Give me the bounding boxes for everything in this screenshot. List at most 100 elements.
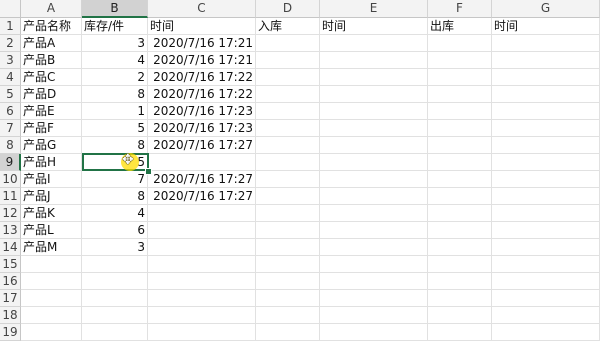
- cell-a5[interactable]: 产品D: [21, 86, 82, 103]
- cell-g8[interactable]: [492, 137, 600, 154]
- cell-d7[interactable]: [256, 120, 320, 137]
- cell-e6[interactable]: [320, 103, 428, 120]
- cell-a11[interactable]: 产品J: [21, 188, 82, 205]
- cell-g12[interactable]: [492, 205, 600, 222]
- cell-c10[interactable]: 2020/7/16 17:27: [148, 171, 256, 188]
- cell-f14[interactable]: [428, 239, 492, 256]
- cell-g10[interactable]: [492, 171, 600, 188]
- cell-a2[interactable]: 产品A: [21, 35, 82, 52]
- column-header-b[interactable]: B: [82, 0, 148, 18]
- cell-c19[interactable]: [148, 324, 256, 341]
- cell-f16[interactable]: [428, 273, 492, 290]
- cell-b12[interactable]: 4: [82, 205, 148, 222]
- cell-f19[interactable]: [428, 324, 492, 341]
- cell-f3[interactable]: [428, 52, 492, 69]
- cell-e12[interactable]: [320, 205, 428, 222]
- select-all-corner[interactable]: [0, 0, 21, 18]
- row-header-9[interactable]: 9: [0, 154, 21, 171]
- cell-g7[interactable]: [492, 120, 600, 137]
- cell-d5[interactable]: [256, 86, 320, 103]
- cell-d1[interactable]: 入库: [256, 18, 320, 35]
- cell-f7[interactable]: [428, 120, 492, 137]
- cell-b2[interactable]: 3: [82, 35, 148, 52]
- cell-d13[interactable]: [256, 222, 320, 239]
- column-header-d[interactable]: D: [256, 0, 320, 18]
- row-header-13[interactable]: 13: [0, 222, 21, 239]
- cell-g17[interactable]: [492, 290, 600, 307]
- cell-e4[interactable]: [320, 69, 428, 86]
- cell-d18[interactable]: [256, 307, 320, 324]
- cell-c1[interactable]: 时间: [148, 18, 256, 35]
- row-header-8[interactable]: 8: [0, 137, 21, 154]
- row-header-7[interactable]: 7: [0, 120, 21, 137]
- cell-d8[interactable]: [256, 137, 320, 154]
- cell-c12[interactable]: [148, 205, 256, 222]
- cell-g15[interactable]: [492, 256, 600, 273]
- row-header-12[interactable]: 12: [0, 205, 21, 222]
- cell-g5[interactable]: [492, 86, 600, 103]
- cell-f4[interactable]: [428, 69, 492, 86]
- cell-d9[interactable]: [256, 154, 320, 171]
- row-header-6[interactable]: 6: [0, 103, 21, 120]
- cell-d17[interactable]: [256, 290, 320, 307]
- column-header-g[interactable]: G: [492, 0, 600, 18]
- cell-f12[interactable]: [428, 205, 492, 222]
- row-header-19[interactable]: 19: [0, 324, 21, 341]
- cell-d10[interactable]: [256, 171, 320, 188]
- fill-handle[interactable]: [145, 168, 152, 175]
- cell-d14[interactable]: [256, 239, 320, 256]
- cell-b14[interactable]: 3: [82, 239, 148, 256]
- column-header-f[interactable]: F: [428, 0, 492, 18]
- column-header-a[interactable]: A: [21, 0, 82, 18]
- cell-g3[interactable]: [492, 52, 600, 69]
- cell-a15[interactable]: [21, 256, 82, 273]
- cell-e3[interactable]: [320, 52, 428, 69]
- row-header-15[interactable]: 15: [0, 256, 21, 273]
- cell-a9[interactable]: 产品H: [21, 154, 82, 171]
- cell-a1[interactable]: 产品名称: [21, 18, 82, 35]
- cell-b11[interactable]: 8: [82, 188, 148, 205]
- row-header-10[interactable]: 10: [0, 171, 21, 188]
- cell-e19[interactable]: [320, 324, 428, 341]
- cell-d16[interactable]: [256, 273, 320, 290]
- cell-g6[interactable]: [492, 103, 600, 120]
- cell-g1[interactable]: 时间: [492, 18, 600, 35]
- cell-a16[interactable]: [21, 273, 82, 290]
- cell-d2[interactable]: [256, 35, 320, 52]
- cell-e7[interactable]: [320, 120, 428, 137]
- cell-c8[interactable]: 2020/7/16 17:27: [148, 137, 256, 154]
- cell-c11[interactable]: 2020/7/16 17:27: [148, 188, 256, 205]
- cell-f6[interactable]: [428, 103, 492, 120]
- cell-c2[interactable]: 2020/7/16 17:21: [148, 35, 256, 52]
- cell-c9[interactable]: [148, 154, 256, 171]
- row-header-16[interactable]: 16: [0, 273, 21, 290]
- cell-g18[interactable]: [492, 307, 600, 324]
- cell-e1[interactable]: 时间: [320, 18, 428, 35]
- cell-a18[interactable]: [21, 307, 82, 324]
- cell-b13[interactable]: 6: [82, 222, 148, 239]
- cell-a4[interactable]: 产品C: [21, 69, 82, 86]
- cell-g2[interactable]: [492, 35, 600, 52]
- cell-e13[interactable]: [320, 222, 428, 239]
- cell-e17[interactable]: [320, 290, 428, 307]
- cell-g16[interactable]: [492, 273, 600, 290]
- cell-d12[interactable]: [256, 205, 320, 222]
- cell-e16[interactable]: [320, 273, 428, 290]
- cell-e9[interactable]: [320, 154, 428, 171]
- cell-e8[interactable]: [320, 137, 428, 154]
- cell-e11[interactable]: [320, 188, 428, 205]
- cell-f17[interactable]: [428, 290, 492, 307]
- row-header-5[interactable]: 5: [0, 86, 21, 103]
- cell-a14[interactable]: 产品M: [21, 239, 82, 256]
- spreadsheet-grid[interactable]: A B C D E F G 产品名称 库存/件 时间 入库 时间 出库 时间 1…: [0, 0, 600, 341]
- cell-a17[interactable]: [21, 290, 82, 307]
- cell-f13[interactable]: [428, 222, 492, 239]
- cell-b17[interactable]: [82, 290, 148, 307]
- cell-c3[interactable]: 2020/7/16 17:21: [148, 52, 256, 69]
- cell-a6[interactable]: 产品E: [21, 103, 82, 120]
- cell-g13[interactable]: [492, 222, 600, 239]
- cell-b15[interactable]: [82, 256, 148, 273]
- cell-e2[interactable]: [320, 35, 428, 52]
- cell-a8[interactable]: 产品G: [21, 137, 82, 154]
- cell-b10[interactable]: 7: [82, 171, 148, 188]
